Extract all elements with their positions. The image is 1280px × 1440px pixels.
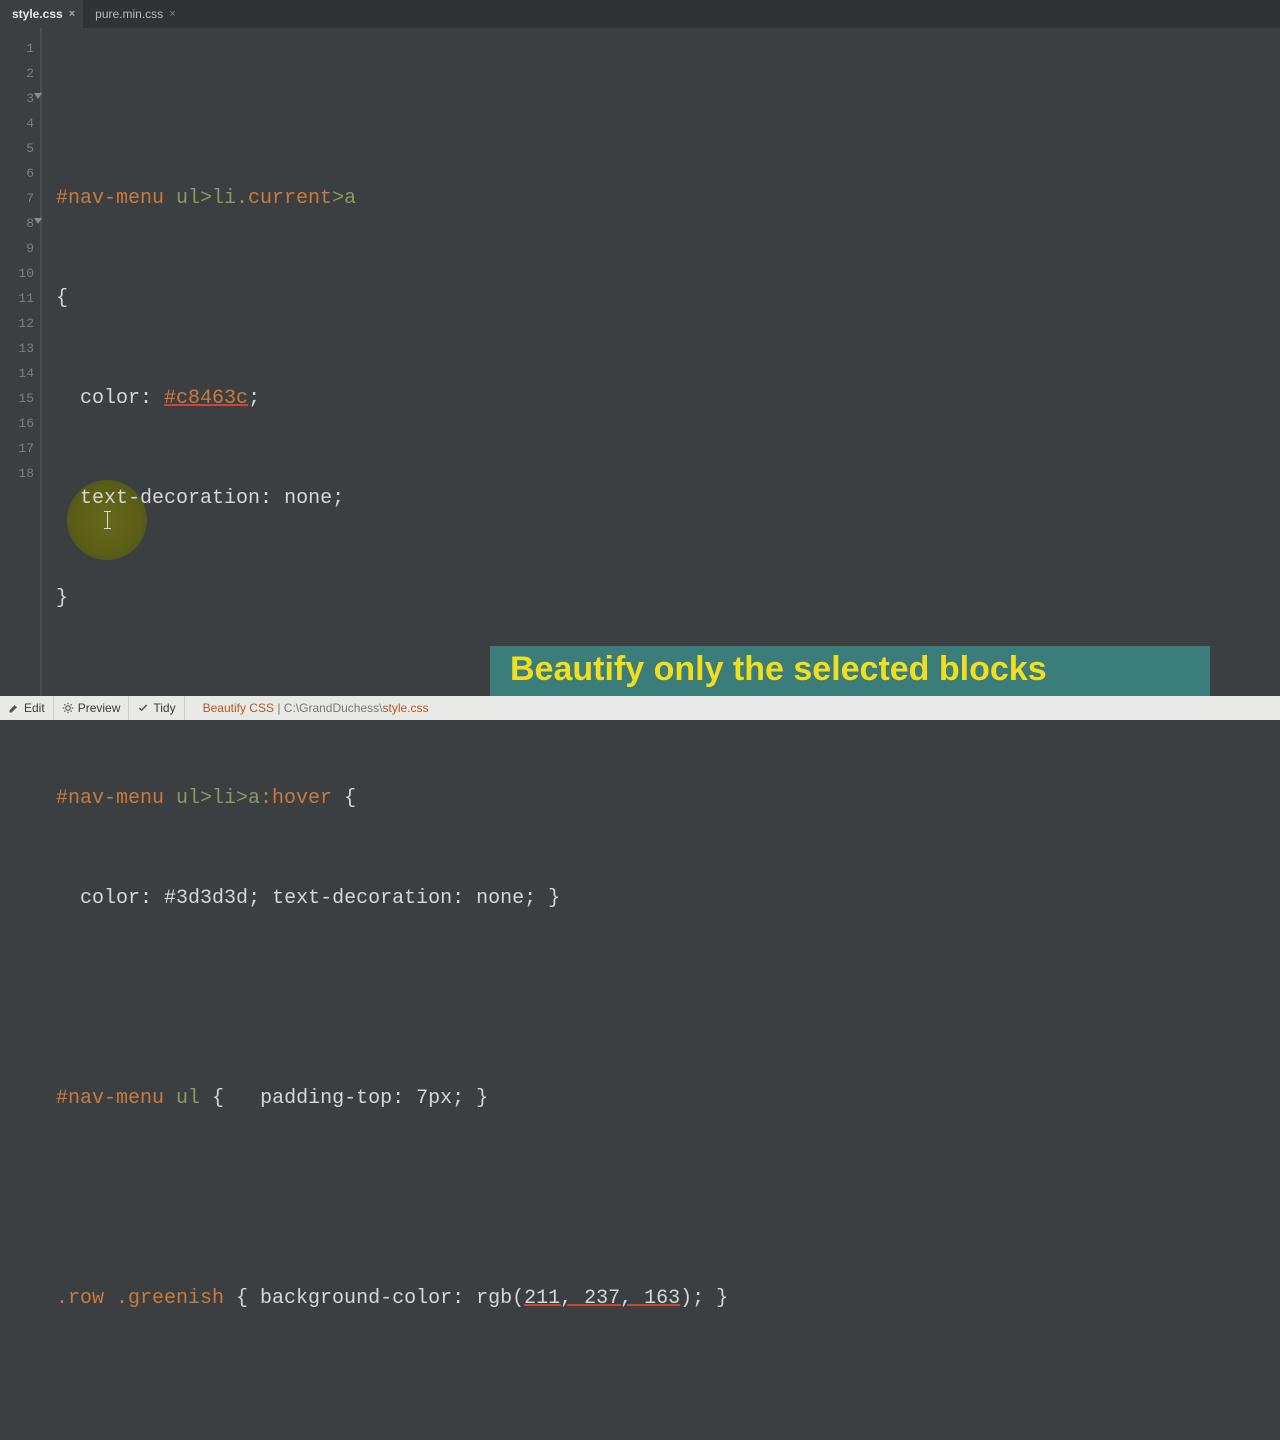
code-line[interactable]: #nav-menu ul { padding-top: 7px; }: [56, 1086, 1280, 1111]
line-number: 18: [0, 461, 40, 486]
tidy-button[interactable]: Tidy: [129, 696, 184, 720]
code-line[interactable]: [56, 86, 1280, 111]
close-icon[interactable]: ×: [169, 8, 175, 20]
line-number: 1: [0, 36, 40, 61]
line-number: 8: [0, 211, 40, 236]
status-bar: Edit Preview Tidy Beautify CSS | C:\Gran…: [0, 696, 1280, 720]
line-number: 5: [0, 136, 40, 161]
button-label: Edit: [24, 701, 45, 715]
line-number: 14: [0, 361, 40, 386]
pencil-icon: [8, 702, 20, 714]
ibeam-cursor-icon: [107, 511, 108, 529]
code-area[interactable]: #nav-menu ul>li.current>a { color: #c846…: [42, 28, 1280, 696]
code-line[interactable]: [56, 986, 1280, 1011]
line-number: 4: [0, 111, 40, 136]
line-number: 2: [0, 61, 40, 86]
code-line[interactable]: color: #3d3d3d; text-decoration: none; }: [56, 886, 1280, 911]
caption-text: Beautify only the selected blocks: [510, 650, 1047, 689]
line-gutter: 1 2 3 4 5 6 7 8 9 10 11 12 13 14 15 16 1…: [0, 28, 40, 696]
line-number: 16: [0, 411, 40, 436]
code-line[interactable]: }: [56, 586, 1280, 611]
line-number: 3: [0, 86, 40, 111]
status-path: Beautify CSS | C:\GrandDuchess\style.css: [185, 701, 429, 715]
editor: 1 2 3 4 5 6 7 8 9 10 11 12 13 14 15 16 1…: [0, 28, 1280, 696]
code-line[interactable]: {: [56, 286, 1280, 311]
line-number: 7: [0, 186, 40, 211]
button-label: Preview: [78, 701, 121, 715]
code-line[interactable]: #nav-menu ul>li.current>a: [56, 186, 1280, 211]
code-line[interactable]: [56, 1186, 1280, 1211]
line-number: 12: [0, 311, 40, 336]
line-number: 17: [0, 436, 40, 461]
tab-label: style.css: [12, 7, 63, 21]
button-label: Tidy: [153, 701, 175, 715]
tab-pure-min-css[interactable]: pure.min.css ×: [83, 0, 183, 28]
tab-bar: style.css × pure.min.css ×: [0, 0, 1280, 28]
tab-label: pure.min.css: [95, 7, 163, 21]
line-number: 13: [0, 336, 40, 361]
line-number: 6: [0, 161, 40, 186]
check-icon: [137, 702, 149, 714]
code-line[interactable]: color: #c8463c;: [56, 386, 1280, 411]
line-number: 10: [0, 261, 40, 286]
edit-button[interactable]: Edit: [0, 696, 54, 720]
line-number: 15: [0, 386, 40, 411]
code-line[interactable]: .row .greenish { background-color: rgb(2…: [56, 1286, 1280, 1311]
code-line[interactable]: #nav-menu ul>li>a:hover {: [56, 786, 1280, 811]
code-line[interactable]: text-decoration: none;: [56, 486, 1280, 511]
code-line[interactable]: [56, 1386, 1280, 1411]
line-number: 9: [0, 236, 40, 261]
line-number: 11: [0, 286, 40, 311]
close-icon[interactable]: ×: [69, 8, 75, 20]
tab-style-css[interactable]: style.css ×: [0, 0, 83, 28]
